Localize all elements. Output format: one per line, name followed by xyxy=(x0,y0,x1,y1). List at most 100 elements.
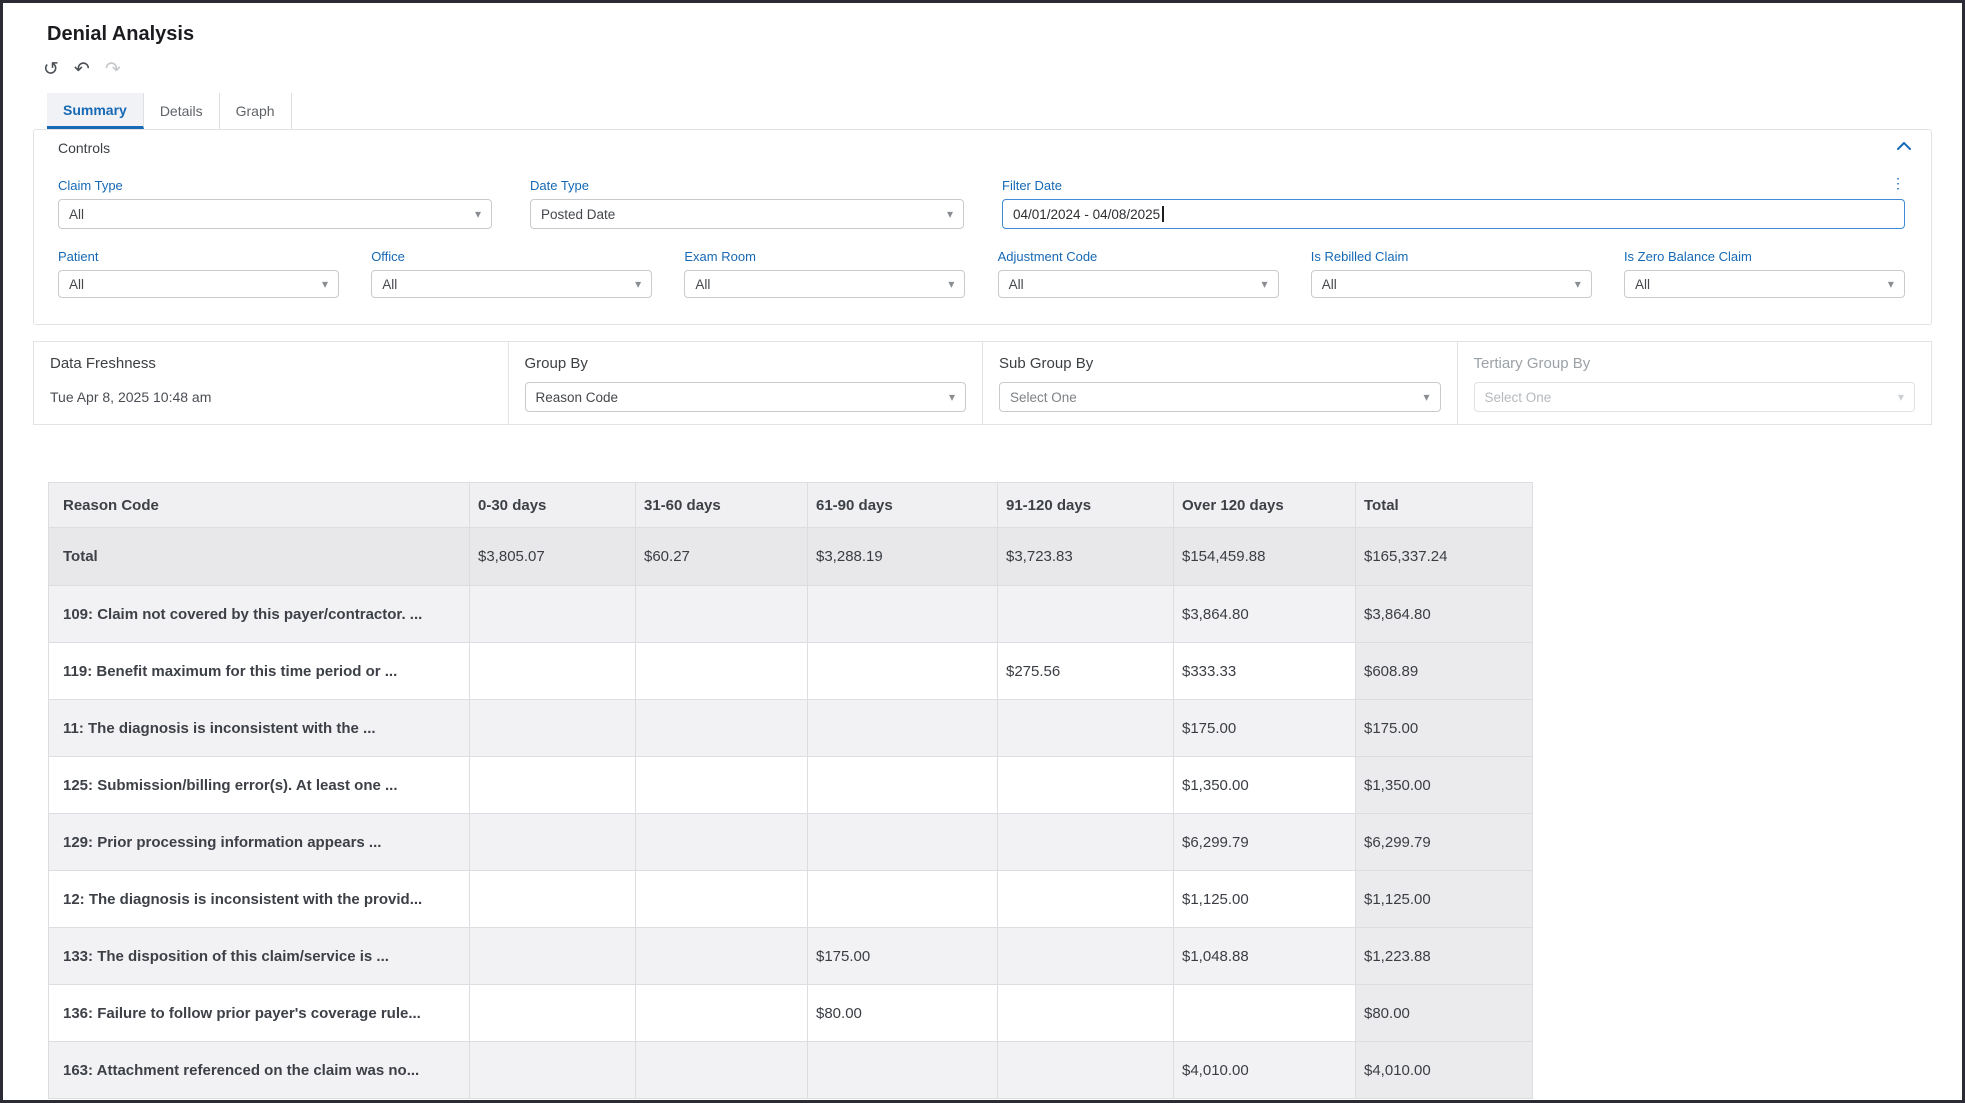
tab-details[interactable]: Details xyxy=(144,93,220,129)
kebab-menu-icon[interactable]: ⋮ xyxy=(1891,175,1905,192)
column-header-91-120: 91-120 days xyxy=(998,483,1174,528)
row-label: 12: The diagnosis is inconsistent with t… xyxy=(49,871,470,928)
column-header-61-90: 61-90 days xyxy=(808,483,998,528)
cell xyxy=(636,814,808,871)
cell: $4,010.00 xyxy=(1356,1042,1533,1099)
chevron-down-icon: ▾ xyxy=(635,277,641,291)
row-label: 125: Submission/billing error(s). At lea… xyxy=(49,757,470,814)
is-rebilled-claim-label: Is Rebilled Claim xyxy=(1311,249,1592,264)
chevron-down-icon: ▾ xyxy=(1262,277,1268,291)
filter-date-input[interactable]: 04/01/2024 - 04/08/2025 xyxy=(1002,199,1905,229)
cell xyxy=(998,586,1174,643)
table-row: 129: Prior processing information appear… xyxy=(49,814,1533,871)
claim-type-label: Claim Type xyxy=(58,178,492,193)
cell: $1,223.88 xyxy=(1356,928,1533,985)
toolbar: ↺ ↶ ↷ xyxy=(43,59,1962,81)
cell: $333.33 xyxy=(1174,643,1356,700)
cell: $80.00 xyxy=(1356,985,1533,1042)
adjustment-code-label: Adjustment Code xyxy=(998,249,1279,264)
cell xyxy=(998,928,1174,985)
cell: $1,048.88 xyxy=(1174,928,1356,985)
table-row: 125: Submission/billing error(s). At lea… xyxy=(49,757,1533,814)
chevron-down-icon: ▾ xyxy=(1575,277,1581,291)
office-label: Office xyxy=(371,249,652,264)
table-row: 163: Attachment referenced on the claim … xyxy=(49,1042,1533,1099)
patient-select[interactable]: All▾ xyxy=(58,270,339,298)
claim-type-value: All xyxy=(69,207,84,222)
sub-group-by-title: Sub Group By xyxy=(999,355,1441,372)
cell xyxy=(470,700,636,757)
cell xyxy=(1174,985,1356,1042)
group-by-select[interactable]: Reason Code ▾ xyxy=(525,382,967,412)
row-label: 136: Failure to follow prior payer's cov… xyxy=(49,985,470,1042)
group-by-value: Reason Code xyxy=(536,390,619,405)
date-type-filter: Date Type Posted Date ▾ xyxy=(530,178,964,229)
filters-row-2: PatientAll▾OfficeAll▾Exam RoomAll▾Adjust… xyxy=(58,249,1905,298)
cell: $175.00 xyxy=(808,928,998,985)
adjustment-code-value: All xyxy=(1009,277,1024,292)
cell xyxy=(998,814,1174,871)
is-rebilled-claim-select[interactable]: All ▾ xyxy=(1311,270,1592,298)
cell: $4,010.00 xyxy=(1174,1042,1356,1099)
data-freshness-value: Tue Apr 8, 2025 10:48 am xyxy=(50,389,492,405)
date-type-select[interactable]: Posted Date ▾ xyxy=(530,199,964,229)
cell: $3,864.80 xyxy=(1356,586,1533,643)
tertiary-group-by-section: Tertiary Group By Select One ▾ xyxy=(1458,341,1933,425)
row-label: 119: Benefit maximum for this time perio… xyxy=(49,643,470,700)
cell: $1,125.00 xyxy=(1174,871,1356,928)
tab-graph[interactable]: Graph xyxy=(220,93,292,129)
grouping-row: Data Freshness Tue Apr 8, 2025 10:48 am … xyxy=(33,341,1932,425)
controls-panel: Controls Claim Type All ▾ Date Type Post… xyxy=(33,129,1932,325)
cell xyxy=(470,871,636,928)
table-row: 11: The diagnosis is inconsistent with t… xyxy=(49,700,1533,757)
table-row: 12: The diagnosis is inconsistent with t… xyxy=(49,871,1533,928)
cell: $175.00 xyxy=(1356,700,1533,757)
cell xyxy=(636,871,808,928)
cell xyxy=(998,757,1174,814)
patient-filter: Patient All▾ xyxy=(58,249,339,298)
office-value: All xyxy=(382,277,397,292)
undo-icon[interactable]: ↶ xyxy=(74,59,90,81)
cell xyxy=(636,1042,808,1099)
cell: $175.00 xyxy=(1174,700,1356,757)
collapse-chevron-icon[interactable] xyxy=(1897,142,1911,150)
date-type-label: Date Type xyxy=(530,178,964,193)
table-header-row: Reason Code 0-30 days 31-60 days 61-90 d… xyxy=(49,483,1533,528)
chevron-down-icon: ▾ xyxy=(948,277,954,291)
column-header-total: Total xyxy=(1356,483,1533,528)
exam-room-label: Exam Room xyxy=(684,249,965,264)
is-rebilled-claim-filter: Is Rebilled Claim All ▾ xyxy=(1311,249,1592,298)
column-header-31-60: 31-60 days xyxy=(636,483,808,528)
cell xyxy=(998,871,1174,928)
adjustment-code-select[interactable]: All ▾ xyxy=(998,270,1279,298)
chevron-down-icon: ▾ xyxy=(947,207,953,221)
office-select[interactable]: All ▾ xyxy=(371,270,652,298)
row-label: 109: Claim not covered by this payer/con… xyxy=(49,586,470,643)
chevron-down-icon: ▾ xyxy=(1888,277,1894,291)
sub-group-by-select[interactable]: Select One ▾ xyxy=(999,382,1441,412)
cell xyxy=(808,757,998,814)
data-freshness-title: Data Freshness xyxy=(50,355,492,372)
date-type-value: Posted Date xyxy=(541,207,615,222)
cell xyxy=(998,700,1174,757)
tab-summary[interactable]: Summary xyxy=(47,93,144,129)
is-zero-balance-claim-filter: Is Zero Balance ClaimAll▾ xyxy=(1624,249,1905,298)
chevron-down-icon: ▾ xyxy=(322,277,328,291)
patient-label: Patient xyxy=(58,249,339,264)
cell xyxy=(470,586,636,643)
exam-room-select[interactable]: All ▾ xyxy=(684,270,965,298)
table-row: 136: Failure to follow prior payer's cov… xyxy=(49,985,1533,1042)
exam-room-value: All xyxy=(695,277,710,292)
claim-type-select[interactable]: All ▾ xyxy=(58,199,492,229)
column-header-reason-code: Reason Code xyxy=(49,483,470,528)
tertiary-group-by-title: Tertiary Group By xyxy=(1474,355,1916,372)
redo-icon[interactable]: ↷ xyxy=(105,59,121,81)
page-title: Denial Analysis xyxy=(47,23,1962,46)
controls-title: Controls xyxy=(58,140,1905,156)
is-rebilled-claim-value: All xyxy=(1322,277,1337,292)
is-zero-balance-claim-select[interactable]: All▾ xyxy=(1624,270,1905,298)
reset-icon[interactable]: ↺ xyxy=(43,59,59,81)
data-freshness-section: Data Freshness Tue Apr 8, 2025 10:48 am xyxy=(33,341,509,425)
cell xyxy=(470,643,636,700)
cell: $3,805.07 xyxy=(470,528,636,586)
